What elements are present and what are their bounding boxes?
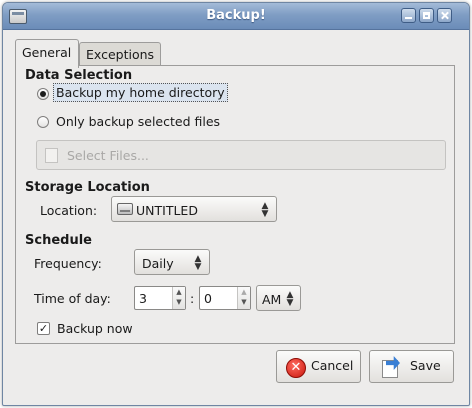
spin-down-icon[interactable]: ▼ bbox=[173, 298, 185, 306]
location-select[interactable]: UNTITLED ▲ ▼ bbox=[111, 196, 277, 222]
select-files-button[interactable]: Select Files... bbox=[36, 140, 446, 170]
time-separator: : bbox=[190, 291, 195, 306]
ampm-select[interactable]: AM ▲ ▼ bbox=[256, 285, 301, 311]
window-title: Backup! bbox=[206, 8, 266, 23]
close-button[interactable] bbox=[437, 8, 452, 23]
cancel-button[interactable]: ✕ Cancel bbox=[276, 350, 361, 383]
save-label: Save bbox=[410, 358, 441, 373]
cancel-label: Cancel bbox=[311, 358, 354, 373]
save-icon bbox=[382, 356, 402, 378]
save-button[interactable]: Save bbox=[369, 350, 454, 383]
frequency-select[interactable]: Daily ▲ ▼ bbox=[134, 249, 210, 275]
tab-general[interactable]: General bbox=[15, 39, 79, 68]
ampm-value: AM bbox=[262, 292, 282, 307]
minute-spin-arrows[interactable]: ▲ ▼ bbox=[237, 287, 250, 309]
hour-spin-arrows[interactable]: ▲ ▼ bbox=[172, 287, 185, 309]
frequency-label: Frequency: bbox=[34, 256, 102, 271]
schedule-heading: Schedule bbox=[25, 233, 92, 248]
spin-up-icon[interactable]: ▲ bbox=[238, 288, 250, 296]
tab-exceptions[interactable]: Exceptions bbox=[79, 42, 161, 65]
home-directory-label[interactable]: Backup my home directory bbox=[53, 83, 228, 102]
titlebar[interactable]: Backup! bbox=[3, 3, 469, 30]
spin-down-icon[interactable]: ▼ bbox=[238, 298, 250, 306]
general-panel: Data Selection Backup my home directory … bbox=[15, 65, 455, 344]
frequency-value: Daily bbox=[142, 256, 174, 271]
updown-arrows-icon: ▲ ▼ bbox=[194, 254, 202, 272]
backup-now-label[interactable]: Backup now bbox=[57, 321, 133, 336]
selected-files-label[interactable]: Only backup selected files bbox=[56, 114, 220, 129]
drive-icon bbox=[117, 203, 133, 215]
updown-arrows-icon: ▲ ▼ bbox=[286, 290, 294, 308]
minimize-button[interactable] bbox=[401, 8, 416, 23]
selected-files-radio[interactable] bbox=[37, 116, 49, 128]
location-label: Location: bbox=[40, 203, 98, 218]
hour-value: 3 bbox=[139, 291, 147, 306]
minute-spinner[interactable]: 0 ▲ ▼ bbox=[199, 286, 251, 310]
backup-window: Backup! General Exceptions Data Selectio… bbox=[2, 2, 470, 406]
home-directory-text: Backup my home directory bbox=[53, 83, 228, 102]
spin-up-icon[interactable]: ▲ bbox=[173, 288, 185, 296]
select-files-label: Select Files... bbox=[67, 148, 149, 163]
files-icon bbox=[45, 148, 58, 163]
updown-arrows-icon: ▲ ▼ bbox=[261, 201, 269, 219]
backup-now-checkbox[interactable]: ✓ bbox=[37, 322, 50, 335]
location-value: UNTITLED bbox=[136, 203, 198, 218]
maximize-button[interactable] bbox=[419, 8, 434, 23]
minute-value: 0 bbox=[204, 291, 212, 306]
cancel-icon: ✕ bbox=[286, 358, 306, 378]
hour-spinner[interactable]: 3 ▲ ▼ bbox=[134, 286, 186, 310]
time-of-day-label: Time of day: bbox=[34, 291, 111, 306]
storage-location-heading: Storage Location bbox=[25, 180, 150, 195]
data-selection-heading: Data Selection bbox=[25, 68, 133, 83]
home-directory-radio[interactable] bbox=[37, 88, 49, 100]
